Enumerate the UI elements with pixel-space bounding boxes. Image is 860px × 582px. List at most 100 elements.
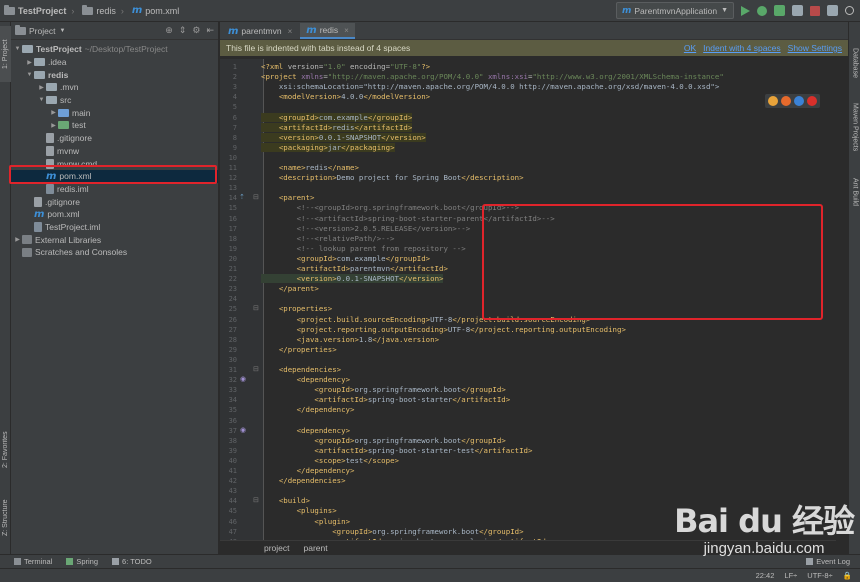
code-line[interactable]: <plugin> — [261, 517, 350, 527]
cursor-position[interactable]: 22:42 — [756, 571, 775, 580]
fold-icon[interactable]: ⊟ — [253, 304, 259, 312]
code-line[interactable]: <artifactId>redis</artifactId> — [261, 122, 413, 133]
code-line[interactable]: <!--<version>2.0.5.RELEASE</version>--> — [261, 224, 471, 234]
code-line[interactable]: </parent> — [261, 284, 319, 294]
chevron-down-icon[interactable]: ▼ — [59, 28, 65, 34]
code-line[interactable]: <name>redis</name> — [261, 163, 359, 173]
file-encoding[interactable]: UTF-8÷ — [807, 571, 832, 580]
fold-icon[interactable]: ⊟ — [253, 365, 259, 373]
tab-todo[interactable]: 6: TODO — [112, 557, 152, 566]
hide-panel-icon[interactable]: ⇤ — [206, 25, 214, 36]
overrides-gutter-icon[interactable]: ⇡ — [239, 193, 245, 201]
code-line[interactable]: <artifactId>parentmvn</artifactId> — [261, 264, 448, 274]
code-line[interactable]: </dependency> — [261, 466, 355, 476]
chrome-icon[interactable] — [768, 96, 778, 106]
debug-icon[interactable] — [757, 5, 767, 16]
project-structure-icon[interactable] — [827, 5, 838, 16]
tree-item[interactable]: ▶ main — [11, 106, 218, 119]
close-icon[interactable]: × — [344, 26, 349, 35]
chevron-right-icon[interactable]: ▶ — [37, 84, 46, 91]
chevron-down-icon[interactable]: ▼ — [37, 97, 46, 103]
tree-item[interactable]: .gitignore — [11, 195, 218, 208]
chevron-right-icon[interactable]: ▶ — [49, 109, 58, 116]
code-line[interactable]: <!-- lookup parent from repository --> — [261, 244, 466, 254]
breadcrumb-parent-tag[interactable]: parent — [304, 543, 328, 553]
code-line[interactable]: <artifactId>spring-boot-starter-test</ar… — [261, 446, 532, 456]
code-line[interactable]: <version>0.0.1-SNAPSHOT</version> — [261, 274, 444, 284]
code-line[interactable]: <project xmlns="http://maven.apache.org/… — [261, 72, 724, 82]
code-line[interactable]: <!--<groupId>org.springframework.boot</g… — [261, 203, 519, 213]
tab-ant-tool[interactable]: Ant Build — [849, 170, 860, 214]
chevron-right-icon[interactable]: ▶ — [13, 236, 22, 243]
code-line[interactable]: xsi:schemaLocation="http://maven.apache.… — [261, 82, 720, 92]
tab-spring[interactable]: Spring — [66, 557, 98, 566]
run-icon[interactable] — [741, 5, 750, 16]
dependency-gutter-icon[interactable]: ◉ — [240, 375, 246, 383]
tree-item[interactable]: ▼ TestProject ~/Desktop/TestProject — [11, 43, 218, 56]
tree-item[interactable]: redis.iml — [11, 183, 218, 196]
show-settings-link[interactable]: Show Settings — [788, 43, 842, 53]
code-line[interactable]: <java.version>1.8</java.version> — [261, 335, 439, 345]
tab-database-tool[interactable]: Database — [849, 40, 860, 86]
code-line[interactable]: <description>Demo project for Spring Boo… — [261, 173, 524, 183]
chevron-right-icon[interactable]: ▶ — [25, 59, 34, 66]
tree-item[interactable]: ▼ redis — [11, 68, 218, 81]
code-line[interactable]: <dependencies> — [261, 365, 341, 375]
code-line[interactable]: <parent> — [261, 193, 315, 203]
code-line[interactable]: <packaging>jar</packaging> — [261, 142, 395, 153]
firefox-icon[interactable] — [781, 96, 791, 106]
code-line[interactable]: <project.reporting.outputEncoding>UTF-8<… — [261, 325, 626, 335]
gear-icon[interactable]: ⚙ — [192, 25, 200, 36]
chevron-down-icon[interactable]: ▼ — [25, 72, 34, 78]
fold-icon[interactable]: ⊟ — [253, 496, 259, 504]
run-configuration-select[interactable]: m ParentmvnApplication ▼ — [615, 2, 734, 19]
tree-item[interactable]: ▶ test — [11, 119, 218, 132]
tree-item[interactable]: mvnw — [11, 145, 218, 158]
breadcrumb-project[interactable]: TestProject › — [0, 4, 78, 16]
search-icon[interactable] — [845, 6, 854, 15]
tab-terminal[interactable]: Terminal — [14, 557, 52, 566]
breadcrumb-module[interactable]: redis › — [78, 4, 128, 16]
tab-favorites-tool[interactable]: 2: Favorites — [0, 422, 11, 478]
stop-icon[interactable] — [810, 5, 820, 16]
fold-icon[interactable]: ⊟ — [253, 193, 259, 201]
code-line[interactable]: <dependency> — [261, 375, 350, 385]
code-line[interactable]: <artifactId>spring-boot-starter</artifac… — [261, 395, 510, 405]
code-line[interactable]: <groupId>com.example</groupId> — [261, 112, 413, 123]
code-line[interactable]: <version>0.0.1-SNAPSHOT</version> — [261, 132, 426, 143]
opera-icon[interactable] — [807, 96, 817, 106]
code-line[interactable]: <build> — [261, 496, 310, 506]
lock-icon[interactable]: 🔒 — [843, 571, 852, 580]
indent-with-spaces-link[interactable]: Indent with 4 spaces — [703, 43, 781, 53]
code-line[interactable]: <modelVersion>4.0.0</modelVersion> — [261, 92, 430, 102]
code-line[interactable]: <groupId>org.springframework.boot</group… — [261, 436, 505, 446]
tree-item[interactable]: m pom.xml — [11, 208, 218, 221]
code-line[interactable]: <plugins> — [261, 506, 337, 516]
tree-item[interactable]: ▼ src — [11, 94, 218, 107]
code-line[interactable]: <groupId>com.example</groupId> — [261, 254, 431, 264]
breadcrumb-project-tag[interactable]: project — [264, 543, 290, 553]
tab-maven-tool[interactable]: Maven Projects — [849, 96, 860, 158]
chevron-down-icon[interactable]: ▼ — [13, 46, 22, 52]
tree-item[interactable]: Scratches and Consoles — [11, 246, 218, 259]
tab-redis[interactable]: m redis × — [300, 23, 355, 39]
tree-item[interactable]: ▶ External Libraries — [11, 233, 218, 246]
breadcrumb-file[interactable]: m pom.xml — [128, 5, 183, 16]
tab-structure-tool[interactable]: Z: Structure — [0, 488, 11, 548]
project-view-select[interactable]: Project — [29, 26, 55, 36]
tree-item[interactable]: ▶ .mvn — [11, 81, 218, 94]
tree-item[interactable]: .gitignore — [11, 132, 218, 145]
chevron-right-icon[interactable]: ▶ — [49, 122, 58, 129]
code-line[interactable]: <!--<relativePath/>--> — [261, 234, 395, 244]
code-line[interactable]: <dependency> — [261, 426, 350, 436]
locate-file-icon[interactable]: ⊕ — [165, 25, 173, 36]
code-line[interactable]: <groupId>org.springframework.boot</group… — [261, 385, 505, 395]
tab-parentmvn[interactable]: m parentmvn × — [222, 23, 298, 39]
code-line[interactable]: <groupId>org.springframework.boot</group… — [261, 527, 523, 537]
code-line[interactable]: </dependency> — [261, 405, 355, 415]
line-separator[interactable]: LF÷ — [784, 571, 797, 580]
code-line[interactable]: <?xml version="1.0" encoding="UTF-8"?> — [261, 62, 430, 72]
code-line[interactable]: </dependencies> — [261, 476, 346, 486]
notice-ok-link[interactable]: OK — [684, 43, 696, 53]
code-line[interactable]: <scope>test</scope> — [261, 456, 399, 466]
